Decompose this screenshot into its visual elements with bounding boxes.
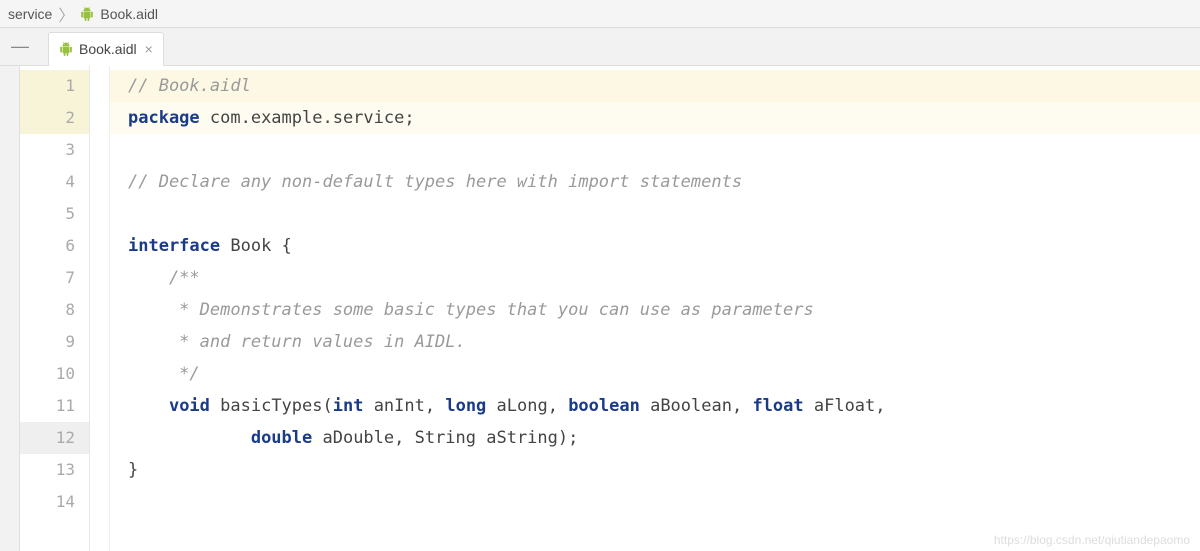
side-strip	[0, 66, 20, 551]
breadcrumb: service 〉 Book.aidl	[0, 0, 1200, 28]
line-number: 10	[20, 358, 89, 390]
code-line: */	[110, 358, 1200, 390]
code-editor[interactable]: // Book.aidl package com.example.service…	[110, 66, 1200, 551]
code-line: // Book.aidl	[110, 70, 1200, 102]
code-line	[110, 134, 1200, 166]
line-number: 4	[20, 166, 89, 198]
line-number: 2	[20, 102, 89, 134]
code-line: double aDouble, String aString);	[110, 422, 1200, 454]
line-number: 8	[20, 294, 89, 326]
line-number: 3	[20, 134, 89, 166]
editor-tabs: Book.aidl ×	[40, 28, 164, 65]
editor-container: 1 2 3 4 5 6 7 8 9 10 11 12 13 14 // Book…	[0, 66, 1200, 551]
code-line: /**	[110, 262, 1200, 294]
line-number: 9	[20, 326, 89, 358]
code-line	[110, 198, 1200, 230]
code-line: }	[110, 454, 1200, 486]
tab-label: Book.aidl	[79, 41, 137, 57]
breadcrumb-item[interactable]: service	[8, 6, 52, 22]
breadcrumb-file[interactable]: Book.aidl	[100, 6, 158, 22]
fold-strip	[90, 66, 110, 551]
chevron-right-icon: 〉	[58, 2, 74, 26]
android-icon	[80, 7, 94, 21]
close-icon[interactable]: ×	[145, 41, 153, 57]
line-number: 5	[20, 198, 89, 230]
code-line: interface Book {	[110, 230, 1200, 262]
code-line	[110, 486, 1200, 518]
code-line: package com.example.service;	[110, 102, 1200, 134]
line-number: 1	[20, 70, 89, 102]
line-number: 13	[20, 454, 89, 486]
line-number: 6	[20, 230, 89, 262]
collapse-panel-button[interactable]: —	[0, 36, 40, 57]
code-line: void basicTypes(int anInt, long aLong, b…	[110, 390, 1200, 422]
gutter: 1 2 3 4 5 6 7 8 9 10 11 12 13 14	[20, 66, 90, 551]
code-line: * Demonstrates some basic types that you…	[110, 294, 1200, 326]
watermark: https://blog.csdn.net/qiutiandepaomo	[994, 533, 1190, 547]
line-number: 11	[20, 390, 89, 422]
line-number: 14	[20, 486, 89, 518]
code-line: // Declare any non-default types here wi…	[110, 166, 1200, 198]
code-line: * and return values in AIDL.	[110, 326, 1200, 358]
line-number: 7	[20, 262, 89, 294]
editor-tab[interactable]: Book.aidl ×	[48, 32, 164, 66]
line-number: 12	[20, 422, 89, 454]
editor-top-row: — Book.aidl ×	[0, 28, 1200, 66]
android-icon	[59, 42, 73, 56]
